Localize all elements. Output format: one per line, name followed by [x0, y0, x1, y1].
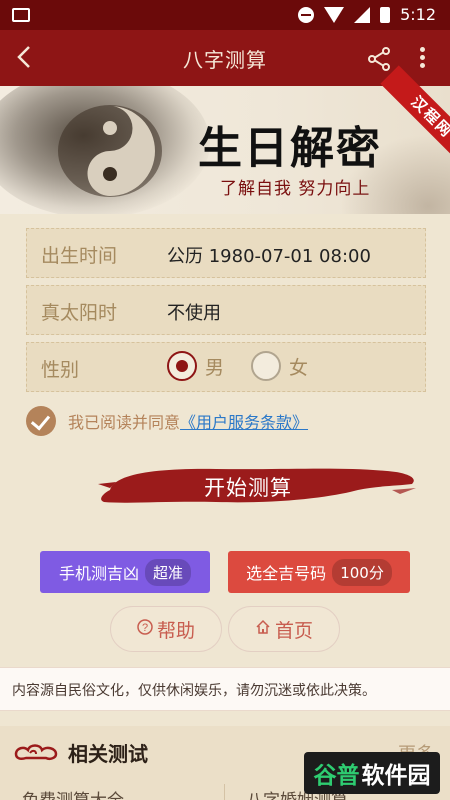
- solar-time-row[interactable]: 真太阳时 不使用: [26, 285, 426, 335]
- radio-unchecked-icon: [251, 351, 281, 381]
- terms-link[interactable]: 《用户服务条款》: [180, 413, 308, 432]
- phone-luck-button[interactable]: 手机测吉凶 超准: [40, 551, 210, 593]
- dnd-icon: [298, 6, 315, 23]
- birth-time-label: 出生时间: [41, 245, 118, 267]
- wifi-icon: [324, 6, 345, 23]
- lucky-number-label: 选全吉号码: [246, 564, 327, 583]
- birth-time-value[interactable]: 公历 1980-07-01 08:00: [167, 242, 371, 268]
- signal-icon: [354, 6, 371, 23]
- gender-female-radio[interactable]: 女: [251, 351, 308, 381]
- agreement-text: 我已阅读并同意: [68, 413, 181, 432]
- watermark-part1: 谷普: [313, 763, 360, 789]
- home-label: 首页: [274, 619, 313, 642]
- status-time: 5:12: [400, 5, 436, 24]
- lucky-number-badge: 100分: [332, 558, 392, 586]
- home-icon: [255, 619, 271, 639]
- radio-checked-icon: [167, 351, 197, 381]
- yin-yang-icon: [58, 105, 162, 197]
- related-item[interactable]: 免费测算大全: [22, 786, 124, 800]
- auspicious-cloud-icon: [14, 744, 58, 761]
- gender-row: 性别 男 女: [26, 342, 426, 392]
- help-icon: ?: [137, 619, 153, 639]
- help-label: 帮助: [156, 619, 195, 642]
- share-icon[interactable]: [366, 46, 392, 72]
- start-calculation-button[interactable]: 开始测算: [96, 460, 418, 510]
- birth-form: 出生时间 公历 1980-07-01 08:00 真太阳时 不使用 性别 男 女: [26, 228, 426, 399]
- svg-text:?: ?: [142, 622, 148, 634]
- start-button-label: 开始测算: [204, 476, 292, 500]
- gender-label: 性别: [41, 359, 80, 381]
- solar-time-value[interactable]: 不使用: [167, 299, 221, 325]
- phone-luck-badge: 超准: [145, 558, 192, 586]
- phone-luck-label: 手机测吉凶: [58, 564, 139, 583]
- gender-male-label: 男: [205, 356, 225, 379]
- help-button[interactable]: ? 帮助: [110, 606, 222, 652]
- lucky-number-button[interactable]: 选全吉号码 100分: [228, 551, 410, 593]
- agree-checkbox[interactable]: [26, 406, 56, 436]
- birth-time-row[interactable]: 出生时间 公历 1980-07-01 08:00: [26, 228, 426, 278]
- hero-banner: 生日解密 了解自我 努力向上: [0, 86, 450, 214]
- site-watermark-logo: 谷普 软件园: [304, 752, 440, 794]
- more-vert-icon[interactable]: [416, 44, 428, 74]
- status-bar: 5:12: [0, 0, 450, 30]
- home-button[interactable]: 首页: [228, 606, 340, 652]
- battery-icon: [380, 6, 391, 23]
- gender-male-radio[interactable]: 男: [167, 351, 224, 381]
- disclaimer-text: 内容源自民俗文化，仅供休闲娱乐，请勿沉迷或依此决策。: [0, 667, 450, 711]
- agreement-row: 我已阅读并同意《用户服务条款》: [26, 406, 308, 436]
- related-title: 相关测试: [68, 742, 148, 766]
- related-divider: [224, 784, 225, 800]
- app-bar: 八字测算: [0, 30, 450, 86]
- watermark-part2: 软件园: [361, 763, 431, 789]
- solar-time-label: 真太阳时: [41, 302, 118, 324]
- mountain-decoration: [340, 134, 450, 214]
- image-icon: [12, 8, 30, 22]
- gender-female-label: 女: [289, 356, 309, 379]
